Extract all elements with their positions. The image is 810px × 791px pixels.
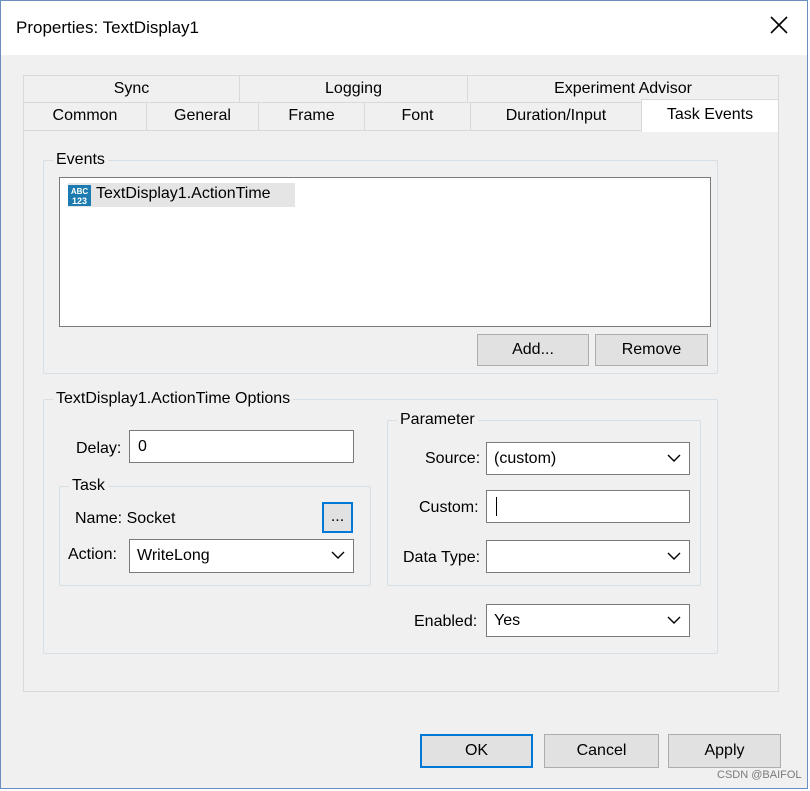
apply-button-label: Apply <box>704 742 745 759</box>
cancel-button[interactable]: Cancel <box>544 734 659 768</box>
apply-button[interactable]: Apply <box>668 734 781 768</box>
source-label: Source: <box>425 450 481 467</box>
svg-text:123: 123 <box>72 196 87 206</box>
browse-button-label: ... <box>330 508 345 525</box>
events-group-label: Events <box>53 151 108 169</box>
options-group-label: TextDisplay1.ActionTime Options <box>53 390 294 408</box>
tab-label: Frame <box>288 107 335 124</box>
window-title: Properties: TextDisplay1 <box>16 18 199 37</box>
custom-label: Custom: <box>419 499 479 516</box>
tab-label: Task Events <box>666 106 754 123</box>
add-button-label: Add... <box>512 341 554 358</box>
list-item[interactable]: ABC 123 TextDisplay1.ActionTime <box>68 183 295 207</box>
enabled-value: Yes <box>494 612 521 629</box>
tab-label: Font <box>401 107 434 124</box>
action-label: Action: <box>68 546 117 563</box>
tab-duration-input[interactable]: Duration/Input <box>470 102 642 131</box>
chevron-down-icon <box>331 551 345 559</box>
parameter-group-label: Parameter <box>397 411 478 429</box>
tab-sync[interactable]: Sync <box>23 75 240 103</box>
ok-button-label: OK <box>464 742 489 759</box>
tab-task-events[interactable]: Task Events <box>641 99 779 132</box>
data-type-combobox[interactable] <box>486 540 690 573</box>
tab-common[interactable]: Common <box>23 102 147 131</box>
source-value: (custom) <box>494 450 557 467</box>
tab-logging[interactable]: Logging <box>239 75 468 103</box>
add-event-button[interactable]: Add... <box>477 334 589 366</box>
watermark: CSDN @BAIFOL <box>717 769 802 781</box>
data-type-label: Data Type: <box>403 549 481 566</box>
enabled-label: Enabled: <box>414 613 478 630</box>
tab-general[interactable]: General <box>146 102 259 131</box>
action-value: WriteLong <box>137 547 210 564</box>
tab-label: Experiment Advisor <box>554 80 692 97</box>
chevron-down-icon <box>667 454 681 462</box>
close-icon[interactable] <box>766 12 792 38</box>
custom-input[interactable] <box>486 490 690 523</box>
action-combobox[interactable]: WriteLong <box>129 539 354 573</box>
browse-task-button[interactable]: ... <box>322 502 353 533</box>
tab-label: Common <box>52 107 118 124</box>
chevron-down-icon <box>667 552 681 560</box>
delay-input[interactable] <box>129 430 354 463</box>
delay-label: Delay: <box>76 440 122 457</box>
chevron-down-icon <box>667 616 681 624</box>
tab-font[interactable]: Font <box>364 102 471 131</box>
abc-123-icon: ABC 123 <box>68 185 91 206</box>
source-combobox[interactable]: (custom) <box>486 442 690 475</box>
tab-label: Duration/Input <box>505 107 607 124</box>
enabled-combobox[interactable]: Yes <box>486 604 690 637</box>
ok-button[interactable]: OK <box>420 734 533 768</box>
remove-event-button[interactable]: Remove <box>595 334 708 366</box>
tab-label: General <box>174 107 231 124</box>
svg-text:ABC: ABC <box>71 187 89 196</box>
task-name-label: Name: Socket <box>75 510 176 527</box>
events-listbox[interactable]: ABC 123 TextDisplay1.ActionTime <box>59 177 711 327</box>
task-group-label: Task <box>69 477 108 495</box>
remove-button-label: Remove <box>621 341 682 358</box>
tab-label: Sync <box>113 80 150 97</box>
tab-frame[interactable]: Frame <box>258 102 365 131</box>
text-caret <box>496 497 497 516</box>
cancel-button-label: Cancel <box>576 742 627 759</box>
list-item-label: TextDisplay1.ActionTime <box>96 185 271 202</box>
tab-label: Logging <box>325 80 382 97</box>
